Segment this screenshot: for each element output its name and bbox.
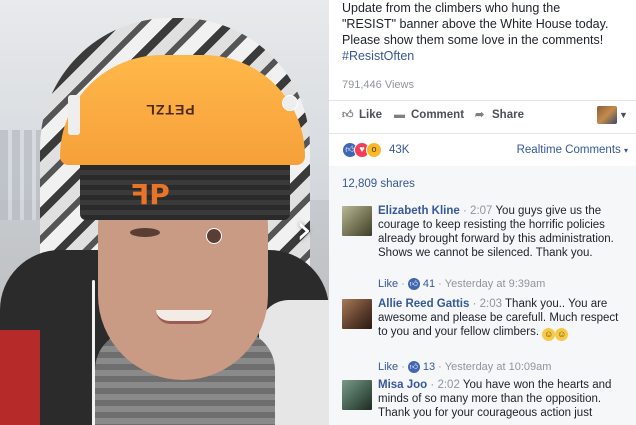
comment-body: Allie Reed Gattis · 2:03 Thank you.. You… <box>378 297 628 341</box>
separator: · <box>430 379 435 391</box>
comment-timestamp[interactable]: Yesterday at 10:09am <box>445 361 552 373</box>
speech-bubble-icon: ▬ <box>394 109 405 121</box>
smiley-emoji-icon: ☺ <box>542 328 556 341</box>
comments-area: 12,809 shares Elizabeth Kline · 2:07 You… <box>329 166 636 425</box>
page-avatar[interactable] <box>597 106 617 124</box>
comment-meta: Like · 👍︎ 41 · Yesterday at 9:39am <box>378 278 545 290</box>
separator: · <box>438 361 442 373</box>
divider <box>329 100 636 101</box>
reaction-count[interactable]: 43K <box>389 144 409 156</box>
comment-meta: Like · 👍︎ 13 · Yesterday at 10:09am <box>378 361 551 373</box>
sort-label: Realtime Comments <box>516 144 621 156</box>
separator: · <box>472 298 477 310</box>
comment-like-count[interactable]: 13 <box>423 361 435 373</box>
commenter-name[interactable]: Misa Joo <box>378 379 427 391</box>
like-button[interactable]: 👍︎ Like <box>342 109 382 121</box>
separator: · <box>401 278 405 290</box>
right-eye <box>206 228 222 244</box>
comment-like-link[interactable]: Like <box>378 361 398 373</box>
helmet-logo: PETZL <box>145 102 195 118</box>
headlamp-clip-left <box>68 95 80 135</box>
video-time-link[interactable]: 2:07 <box>470 205 492 217</box>
comment-label: Comment <box>411 109 465 121</box>
post-text-line: Please show them some love in the commen… <box>342 33 604 47</box>
live-video[interactable]: ꟻP PETZL › <box>0 0 329 425</box>
comment-sort-dropdown[interactable]: Realtime Comments ▾ <box>517 144 628 156</box>
avatar[interactable] <box>342 380 372 410</box>
like-reaction-icon: 👍︎ <box>407 361 420 373</box>
share-count[interactable]: 12,809 shares <box>342 178 415 190</box>
jacket-red-trim <box>0 330 40 425</box>
share-button[interactable]: ➦ Share <box>475 109 524 121</box>
reactions-row: 👍︎ ♥ o 43K Realtime Comments ▾ <box>342 140 632 160</box>
post-text: Update from the climbers who hung the "R… <box>342 0 632 64</box>
separator: · <box>438 278 442 290</box>
post-text-line: "RESIST" banner above the White House to… <box>342 17 609 31</box>
avatar[interactable] <box>342 299 372 329</box>
beanie-logo: ꟻP <box>130 178 170 211</box>
commenter-name[interactable]: Elizabeth Kline <box>378 205 460 217</box>
like-reaction-icon: 👍︎ <box>407 278 420 290</box>
avatar[interactable] <box>342 206 372 236</box>
thumbs-up-icon: 👍︎ <box>342 109 354 121</box>
separator: · <box>401 361 405 373</box>
share-label: Share <box>492 109 524 121</box>
divider <box>329 133 636 134</box>
headlamp-clip-right <box>282 95 298 111</box>
post-panel: Update from the climbers who hung the "R… <box>329 0 636 425</box>
reaction-icons[interactable]: 👍︎ ♥ o <box>342 142 382 158</box>
hashtag-link[interactable]: #ResistOften <box>342 48 632 64</box>
video-time-link[interactable]: 2:03 <box>480 298 502 310</box>
separator: · <box>463 205 467 217</box>
comment-timestamp[interactable]: Yesterday at 9:39am <box>445 278 546 290</box>
share-arrow-icon: ➦ <box>475 109 485 121</box>
earbud-cable <box>92 280 95 425</box>
video-time-link[interactable]: 2:02 <box>437 379 459 391</box>
comment-body: Misa Joo · 2:02 You have won the hearts … <box>378 378 628 420</box>
comment-like-count[interactable]: 41 <box>423 278 435 290</box>
comment-like-link[interactable]: Like <box>378 278 398 290</box>
wow-reaction-icon: o <box>366 142 382 158</box>
comment-body: Elizabeth Kline · 2:07 You guys give us … <box>378 204 628 260</box>
smile <box>156 310 212 324</box>
caret-down-icon: ▾ <box>623 146 628 155</box>
post-text-line: Update from the climbers who hung the <box>342 1 561 15</box>
smiley-emoji-icon: ☺ <box>555 328 569 341</box>
action-bar: 👍︎ Like ▬ Comment ➦ Share ▼ <box>342 106 632 128</box>
left-eye <box>130 228 160 237</box>
caret-down-icon[interactable]: ▼ <box>619 110 628 120</box>
commenter-name[interactable]: Allie Reed Gattis <box>378 298 469 310</box>
like-label: Like <box>359 109 383 121</box>
view-count: 791,446 Views <box>342 79 414 91</box>
chevron-right-icon[interactable]: › <box>296 210 320 250</box>
